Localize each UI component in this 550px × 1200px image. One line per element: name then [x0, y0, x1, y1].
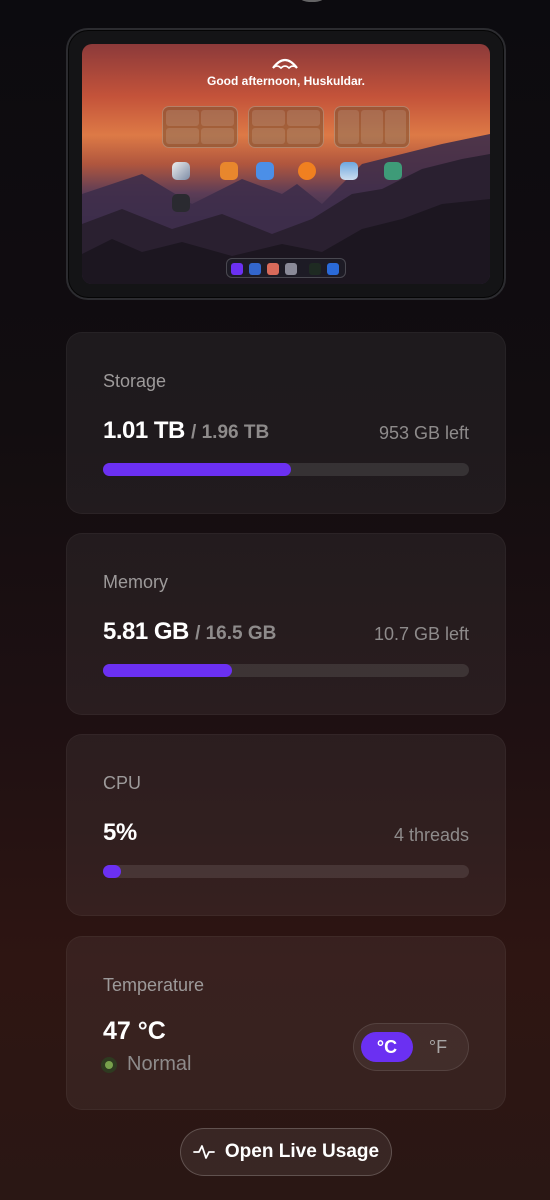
storage-left: 953 GB left — [378, 423, 469, 443]
fahrenheit-button[interactable]: °F — [412, 1032, 464, 1062]
app-icon[interactable] — [340, 162, 358, 180]
app-icon[interactable] — [172, 194, 190, 212]
open-live-usage-button[interactable]: Open Live Usage — [180, 1128, 392, 1176]
temperature-title: Temperature — [103, 975, 205, 995]
storage-used: 1.01 TB — [103, 417, 185, 444]
cpu-progress-track — [103, 865, 469, 878]
temperature-unit-toggle: °C °F — [353, 1023, 469, 1071]
temperature-card: Temperature 47 °C Normal °C °F — [66, 936, 506, 1110]
memory-used: 5.81 GB — [103, 618, 189, 645]
umbrel-logo-icon — [272, 58, 298, 70]
storage-title: Storage — [103, 371, 167, 391]
storage-total: / 1.96 TB — [191, 422, 270, 443]
live-usage-icon[interactable] — [309, 263, 321, 275]
cpu-title: CPU — [103, 773, 142, 793]
storage-widget[interactable] — [162, 106, 238, 148]
home-preview-device[interactable]: Good afternoon, Huskuldar. — [66, 28, 506, 300]
status-dot-icon — [101, 1056, 117, 1073]
app-icon[interactable] — [256, 162, 274, 180]
bitcoin-node-widget[interactable] — [248, 106, 324, 148]
memory-card: Memory 5.81 GB / 16.5 GB 10.7 GB left — [66, 533, 506, 715]
temperature-status-label: Normal — [127, 1053, 192, 1075]
celsius-button[interactable]: °C — [361, 1032, 413, 1062]
home-preview-screen: Good afternoon, Huskuldar. — [82, 44, 490, 284]
memory-used-value: 5.81 GB / 16.5 GB — [103, 618, 276, 646]
home-icon[interactable] — [231, 263, 243, 275]
open-live-usage-label: Open Live Usage — [224, 1141, 380, 1162]
memory-total: / 16.5 GB — [195, 623, 277, 644]
cpu-progress-fill — [103, 865, 122, 878]
app-store-icon[interactable] — [249, 263, 261, 275]
preview-greeting: Good afternoon, Huskuldar. — [206, 74, 365, 88]
app-icon[interactable] — [220, 162, 238, 180]
cpu-card: CPU 5% 4 threads — [66, 734, 506, 916]
temperature-value: 47 °C — [103, 1017, 166, 1045]
live-usage-widget[interactable] — [334, 106, 410, 148]
storage-used-value: 1.01 TB / 1.96 TB — [103, 417, 269, 445]
cpu-used: 5% — [103, 819, 137, 846]
preview-dock — [226, 258, 346, 278]
app-icon[interactable] — [298, 162, 316, 180]
top-decoration — [295, 0, 329, 2]
memory-title: Memory — [103, 572, 169, 592]
app-icon[interactable] — [384, 162, 402, 180]
files-icon[interactable] — [267, 263, 279, 275]
activity-icon — [193, 1145, 215, 1159]
memory-progress-fill — [103, 664, 232, 677]
app-icon[interactable] — [172, 162, 190, 180]
widgets-icon[interactable] — [327, 263, 339, 275]
cpu-threads: 4 threads — [393, 825, 469, 845]
memory-progress-track — [103, 664, 469, 677]
settings-icon[interactable] — [285, 263, 297, 275]
storage-card: Storage 1.01 TB / 1.96 TB 953 GB left — [66, 332, 506, 514]
memory-left: 10.7 GB left — [373, 624, 469, 644]
storage-progress-fill — [103, 463, 292, 476]
temperature-status: Normal — [101, 1053, 191, 1076]
storage-progress-track — [103, 463, 469, 476]
